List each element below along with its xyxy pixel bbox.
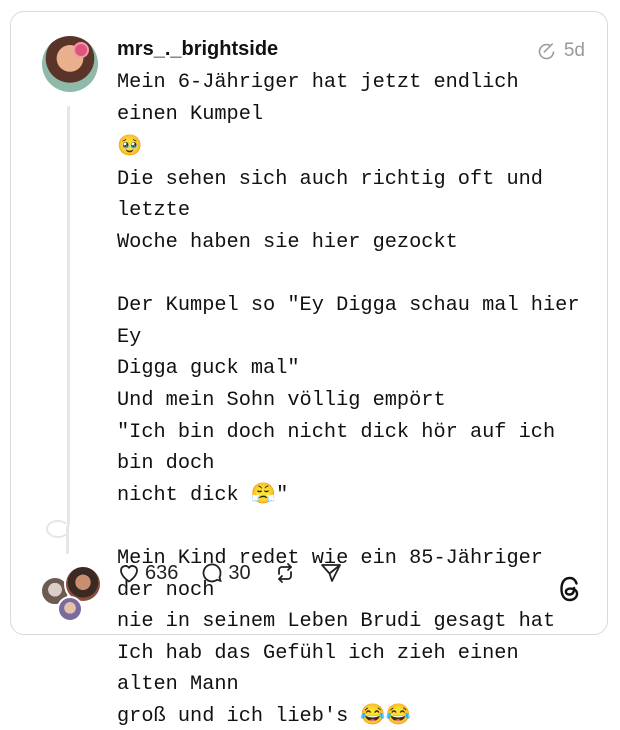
repost-icon <box>277 563 292 583</box>
thread-line <box>67 106 70 526</box>
threads-logo[interactable] <box>558 575 582 603</box>
post-line: "Ich bin doch nicht dick hör auf ich bin… <box>117 420 568 476</box>
comment-icon <box>202 563 223 583</box>
post-line: Mein 6-Jähriger hat jetzt endlich einen … <box>117 71 531 126</box>
like-count: 636 <box>145 561 179 584</box>
heart-icon <box>120 565 138 583</box>
reply-count: 30 <box>228 561 251 584</box>
author-avatar[interactable] <box>42 36 98 92</box>
author-username[interactable]: mrs_._brightside <box>117 38 278 61</box>
action-bar: 636 30 <box>117 561 365 585</box>
like-button[interactable]: 636 <box>117 561 178 585</box>
repost-button[interactable] <box>273 561 297 585</box>
post-time: 5d <box>536 40 585 62</box>
post-time-label: 5d <box>563 40 585 61</box>
post-line: Digga guck mal" <box>117 357 300 381</box>
post-line: 🥹 <box>117 133 143 158</box>
send-icon <box>320 564 341 582</box>
post-line: nie in seinem Leben Brudi gesagt hat <box>117 610 556 634</box>
edited-clock-icon <box>538 42 555 59</box>
post-body: Mein 6-Jähriger hat jetzt endlich einen … <box>117 67 587 730</box>
thread-line-tail <box>66 526 69 554</box>
post-line: Der Kumpel so "Ey Digga schau mal hier E… <box>117 294 592 349</box>
post-line: Ich hab das Gefühl ich zieh einen alten … <box>117 641 531 697</box>
post-line: Und mein Sohn völlig empört <box>117 388 446 412</box>
post-line: nicht dick 😤" <box>117 483 289 507</box>
post-line: Die sehen sich auch richtig oft und letz… <box>117 167 556 223</box>
reply-button[interactable]: 30 <box>200 561 251 585</box>
reply-avatar <box>57 596 83 622</box>
share-button[interactable] <box>319 561 343 585</box>
post-line: groß und ich lieb's 😂😂 <box>117 704 411 728</box>
post-line: Woche haben sie hier gezockt <box>117 230 458 254</box>
